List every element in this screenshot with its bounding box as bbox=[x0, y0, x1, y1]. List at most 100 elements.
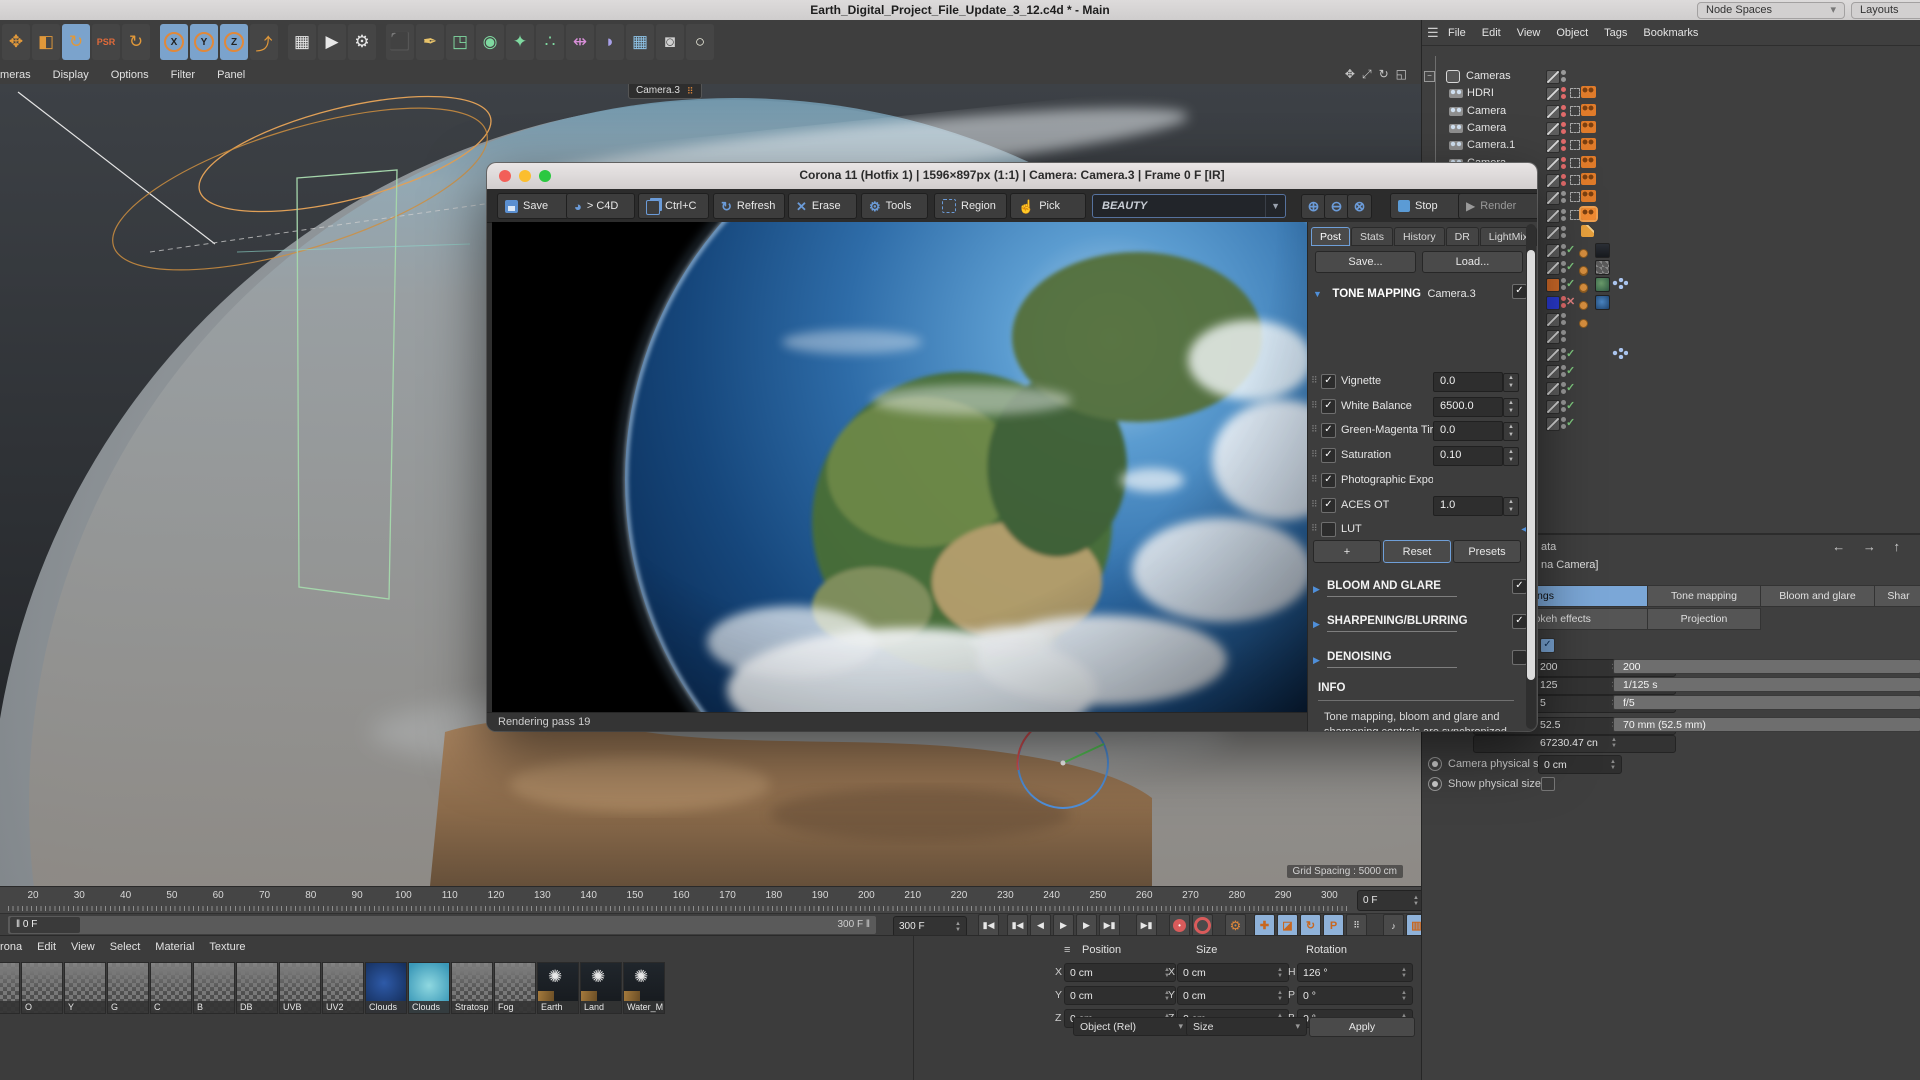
material-tag-icon[interactable] bbox=[1579, 262, 1593, 293]
presets-button[interactable]: Presets bbox=[1453, 540, 1521, 563]
camera-tag-icon[interactable] bbox=[1581, 86, 1596, 99]
corona-titlebar[interactable]: Corona 11 (Hotfix 1) | 1596×897px (1:1) … bbox=[487, 163, 1537, 190]
viewport-menu-display[interactable]: Display bbox=[53, 69, 89, 81]
load-settings-button[interactable]: Load... bbox=[1422, 251, 1523, 273]
edit-toggle-icon[interactable] bbox=[1546, 226, 1560, 241]
visibility-dots-icon[interactable] bbox=[1561, 191, 1566, 204]
slider-field[interactable]: 70 mm (52.5 mm) bbox=[1613, 717, 1920, 732]
material-thumbnail[interactable]: Water_M bbox=[623, 962, 665, 1014]
next-key-button[interactable]: ▶▮ bbox=[1099, 914, 1120, 937]
camera-tag-icon[interactable] bbox=[1581, 190, 1596, 203]
param-value-field[interactable]: 0.0 bbox=[1433, 372, 1503, 392]
stepper-icon[interactable]: ▲ ▼ bbox=[1503, 422, 1519, 442]
camera-tag-icon[interactable] bbox=[1581, 103, 1596, 116]
volume-icon[interactable]: ◗ bbox=[596, 24, 624, 60]
material-thumbnail[interactable]: Clouds bbox=[408, 962, 450, 1014]
panel-scrollbar[interactable] bbox=[1526, 224, 1536, 729]
section-checkbox[interactable] bbox=[1512, 650, 1527, 665]
rotate-tool-icon[interactable]: ↻ bbox=[62, 24, 90, 60]
table-row[interactable]: HDRI bbox=[1422, 85, 1920, 102]
texture-tag-icon[interactable] bbox=[1595, 294, 1610, 310]
viewport-menu-panel[interactable]: Panel bbox=[217, 69, 245, 81]
edit-toggle-icon[interactable] bbox=[1546, 260, 1560, 275]
param-value-field[interactable]: 1.0 bbox=[1433, 495, 1503, 516]
om-menu-object[interactable]: Object bbox=[1556, 27, 1588, 39]
toggle-view-icon[interactable]: ◱ bbox=[1396, 67, 1407, 82]
drag-handle-icon[interactable]: ⠿ bbox=[1311, 449, 1318, 460]
material-tag-icon[interactable] bbox=[1579, 297, 1593, 328]
coord-system-icon[interactable]: ⤴ bbox=[250, 24, 278, 60]
show-physical-size-radio[interactable] bbox=[1428, 777, 1442, 791]
to-c4d-button[interactable]: ◕ > C4D bbox=[566, 193, 635, 219]
edit-toggle-icon[interactable] bbox=[1546, 347, 1560, 362]
node-spaces-dropdown[interactable]: Node Spaces ▾ bbox=[1697, 2, 1845, 19]
go-to-end-button[interactable]: ▶▮ bbox=[1136, 914, 1157, 937]
section-bloom-and-glare[interactable]: ▶ BLOOM AND GLARE ✓ bbox=[1313, 579, 1531, 597]
drag-handle-icon[interactable]: ⠿ bbox=[1311, 523, 1318, 534]
viewport-camera-label[interactable]: Camera.3 ⠿ bbox=[628, 84, 702, 99]
xpresso-tag-icon[interactable] bbox=[1612, 347, 1628, 359]
add-cube-icon[interactable]: ⬛ bbox=[386, 24, 414, 60]
visibility-dots-icon[interactable] bbox=[1561, 330, 1566, 343]
visibility-dots-icon[interactable] bbox=[1561, 139, 1566, 152]
timeline-range-slider[interactable]: ‖ 0 F 300 F ‖ bbox=[8, 916, 876, 934]
visibility-dots-icon[interactable] bbox=[1561, 156, 1566, 169]
mat-menu-select[interactable]: Select bbox=[110, 941, 141, 953]
prev-key-button[interactable]: ▮◀ bbox=[1007, 914, 1028, 937]
coord-field-sx[interactable]: 0 cm ▲ ▼ bbox=[1177, 963, 1289, 982]
material-thumbnail[interactable]: Land bbox=[580, 962, 622, 1014]
modifier-icon[interactable]: ◉ bbox=[476, 24, 504, 60]
visibility-dots-icon[interactable] bbox=[1561, 87, 1566, 100]
record-parameter-toggle[interactable]: P bbox=[1323, 914, 1344, 937]
zoom-reset-button[interactable]: ⊗ bbox=[1347, 194, 1372, 219]
camera-physical-size-radio[interactable] bbox=[1428, 757, 1442, 771]
autokey-button[interactable] bbox=[1192, 914, 1213, 937]
xpresso-tag-icon[interactable] bbox=[1612, 278, 1628, 290]
stepper-icon[interactable]: ▲ ▼ bbox=[1503, 447, 1519, 467]
visibility-dots-icon[interactable] bbox=[1561, 104, 1566, 117]
go-to-start-button[interactable]: ▮◀ bbox=[978, 914, 999, 937]
mat-menu-view[interactable]: View bbox=[71, 941, 95, 953]
enabled-checkbox[interactable]: ✓ bbox=[1540, 638, 1555, 653]
param-checkbox[interactable]: ✓ bbox=[1321, 398, 1336, 414]
section-denoising[interactable]: ▶ DENOISING bbox=[1313, 650, 1531, 668]
param-checkbox[interactable]: ✓ bbox=[1321, 472, 1336, 488]
prev-frame-button[interactable]: ◀ bbox=[1030, 914, 1051, 937]
material-thumbnail[interactable] bbox=[0, 962, 20, 1014]
corona-tab-post[interactable]: Post bbox=[1311, 227, 1351, 246]
stop-button[interactable]: Stop bbox=[1390, 193, 1468, 219]
scrollbar-thumb[interactable] bbox=[1527, 250, 1535, 680]
coord-field-px[interactable]: 0 cm ▲ ▼ bbox=[1064, 963, 1176, 982]
material-tag-icon[interactable] bbox=[1579, 279, 1593, 311]
axis-z-icon[interactable]: Z bbox=[220, 24, 248, 60]
save-settings-button[interactable]: Save... bbox=[1315, 251, 1416, 273]
move-tool-icon[interactable]: ✥ bbox=[2, 24, 30, 60]
param-checkbox[interactable]: ✓ bbox=[1321, 374, 1336, 389]
record-rotation-toggle[interactable]: ↻ bbox=[1300, 914, 1321, 937]
om-menu-bookmarks[interactable]: Bookmarks bbox=[1643, 27, 1698, 39]
mat-menu-material[interactable]: Material bbox=[155, 941, 194, 953]
sound-toggle[interactable]: ♪ bbox=[1383, 914, 1404, 937]
tone-mapping-header[interactable]: ▼ TONE MAPPING Camera.3 ✓ bbox=[1313, 284, 1531, 300]
material-thumbnail[interactable]: O bbox=[21, 962, 63, 1014]
mat-menu-edit[interactable]: Edit bbox=[37, 941, 56, 953]
hamburger-icon[interactable]: ≡ bbox=[1064, 944, 1070, 956]
param-value-field[interactable]: 0.10 bbox=[1433, 446, 1503, 467]
deformer-icon[interactable]: ✦ bbox=[506, 24, 534, 60]
corona-vfb-window[interactable]: Corona 11 (Hotfix 1) | 1596×897px (1:1) … bbox=[487, 163, 1537, 731]
keying-selection-button[interactable]: ⠿ bbox=[1346, 914, 1367, 937]
param-checkbox[interactable]: ✓ bbox=[1321, 423, 1336, 439]
edit-toggle-icon[interactable] bbox=[1546, 191, 1560, 206]
symmetry-icon[interactable]: ⇹ bbox=[566, 24, 594, 60]
visibility-dots-icon[interactable] bbox=[1561, 122, 1566, 135]
refresh-button[interactable]: ↻ Refresh bbox=[713, 193, 785, 219]
render-button[interactable]: ▶ Render bbox=[1458, 193, 1537, 219]
edit-toggle-icon[interactable] bbox=[1546, 87, 1560, 102]
psr-tool-icon[interactable]: PSR bbox=[92, 24, 120, 60]
drag-handle-icon[interactable]: ⠿ bbox=[1311, 375, 1318, 386]
edit-toggle-icon[interactable] bbox=[1546, 399, 1560, 414]
light-icon[interactable]: ○ bbox=[686, 24, 714, 60]
texture-tag-icon[interactable] bbox=[1595, 277, 1610, 293]
zoom-out-button[interactable]: ⊖ bbox=[1324, 194, 1349, 219]
edit-toggle-icon[interactable] bbox=[1546, 330, 1560, 345]
